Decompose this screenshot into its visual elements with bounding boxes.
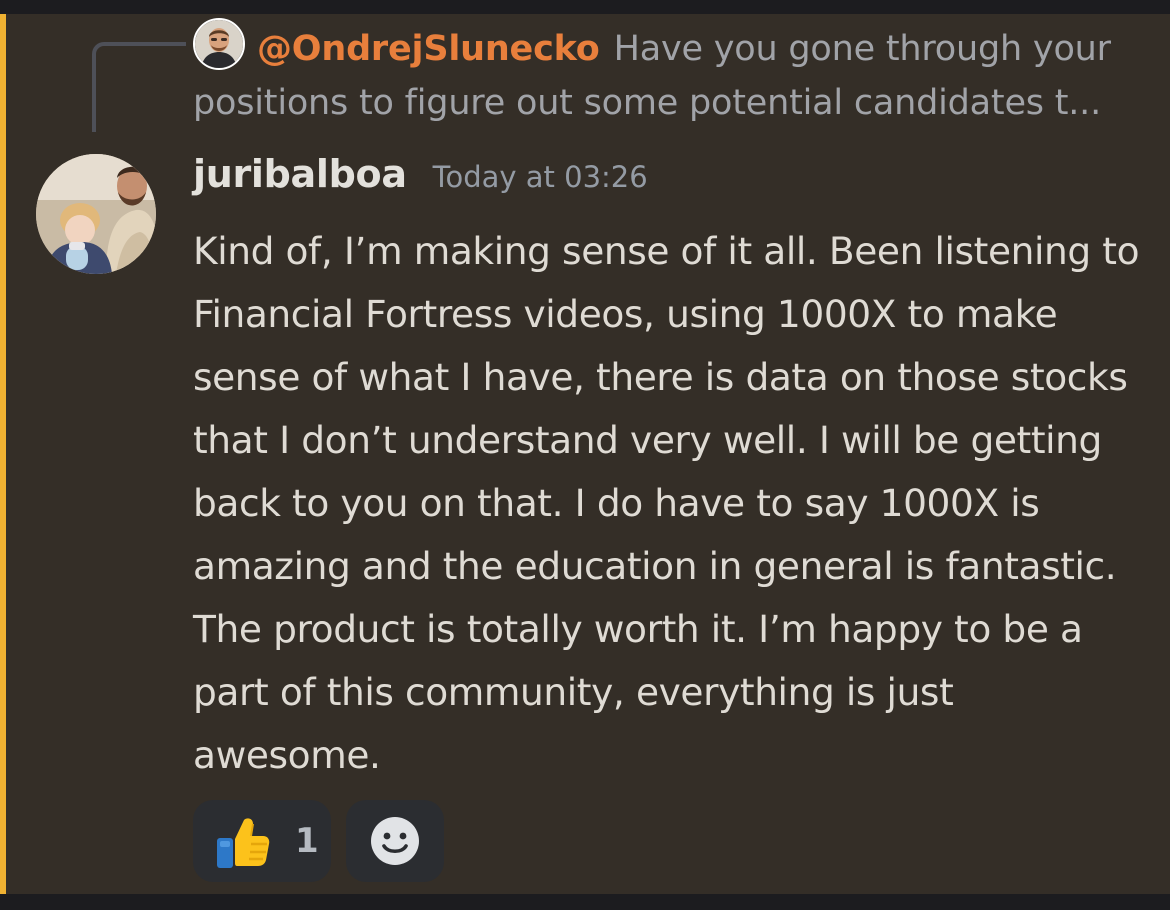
smiley-face-icon [371,817,419,865]
message-header: juribalboa Today at 03:26 [193,152,648,202]
top-bar [0,0,1170,14]
reply-connector-line [92,42,186,132]
avatar-photo [36,154,156,274]
message-item[interactable]: @OndrejSlunecko Have you gone through you… [0,14,1170,894]
add-reaction-button[interactable] [346,800,444,882]
reaction-thumbs-up[interactable]: 1 [193,800,331,882]
mention-highlight-bar [0,14,6,894]
user-avatar[interactable] [36,154,156,274]
reply-avatar-image [195,20,243,68]
timestamp[interactable]: Today at 03:26 [433,160,648,194]
message-content: Kind of, I’m making sense of it all. Bee… [193,229,1140,777]
reply-preview[interactable]: @OndrejSlunecko Have you gone through you… [193,22,1138,130]
reaction-count: 1 [295,821,319,861]
thumbs-up-icon [217,818,270,868]
username[interactable]: juribalboa [193,152,407,196]
reply-author[interactable]: @OndrejSlunecko [257,29,600,69]
reply-author-avatar[interactable] [193,18,245,70]
bottom-bar [0,894,1170,910]
